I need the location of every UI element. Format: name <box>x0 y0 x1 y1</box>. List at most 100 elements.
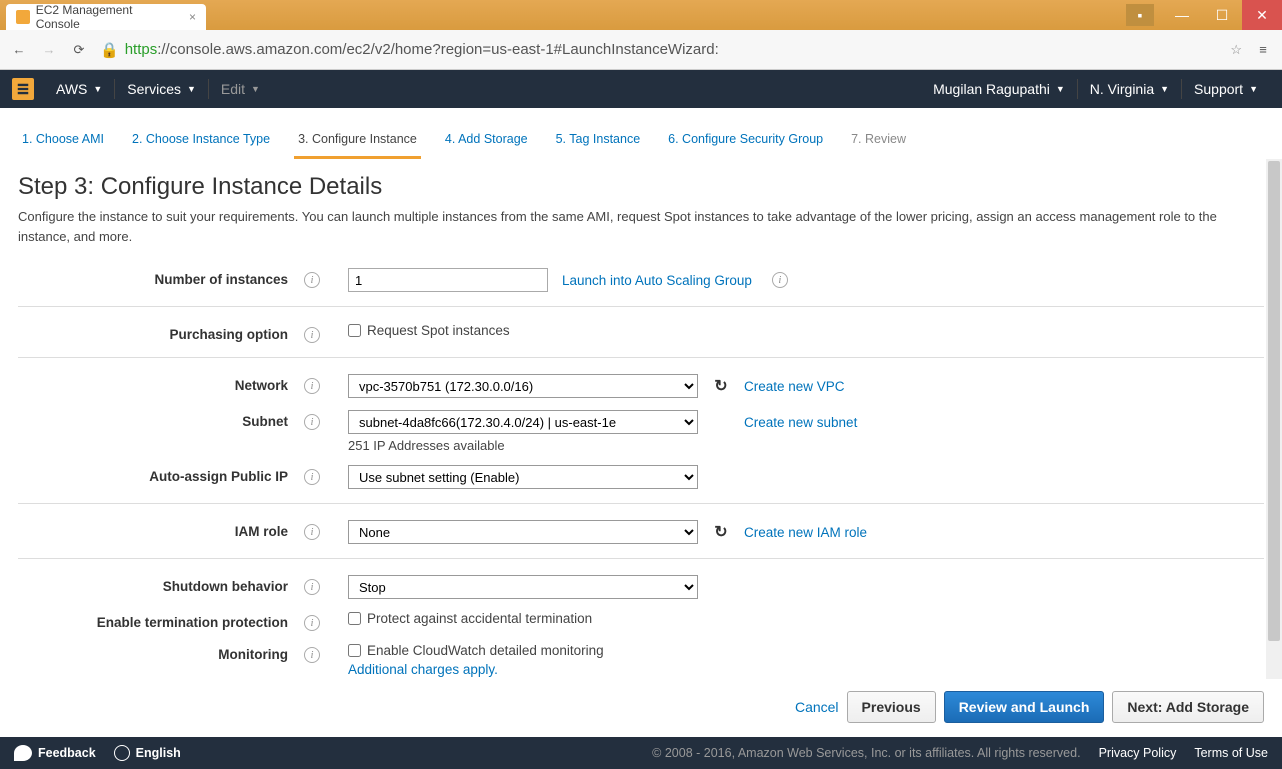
page-description: Configure the instance to suit your requ… <box>18 207 1264 246</box>
services-label: Services <box>127 81 181 97</box>
tab-review[interactable]: 7. Review <box>847 124 910 159</box>
termination-checkbox[interactable] <box>348 612 361 625</box>
edit-menu[interactable]: Edit ▼ <box>209 70 272 108</box>
maximize-button[interactable]: ☐ <box>1202 0 1242 30</box>
auto-ip-label: Auto-assign Public IP <box>18 465 298 484</box>
tab-add-storage[interactable]: 4. Add Storage <box>441 124 532 159</box>
minimize-button[interactable]: — <box>1162 0 1202 30</box>
previous-button[interactable]: Previous <box>847 691 936 723</box>
cancel-button[interactable]: Cancel <box>795 699 839 715</box>
url-input[interactable]: 🔒 https://console.aws.amazon.com/ec2/v2/… <box>100 41 1212 59</box>
tab-instance-type[interactable]: 2. Choose Instance Type <box>128 124 274 159</box>
scrollbar[interactable] <box>1266 159 1282 679</box>
chevron-down-icon: ▼ <box>93 84 102 94</box>
close-icon[interactable]: × <box>189 10 196 24</box>
iam-select[interactable]: None <box>348 520 698 544</box>
tab-security-group[interactable]: 6. Configure Security Group <box>664 124 827 159</box>
monitoring-label: Monitoring <box>18 643 298 662</box>
region-menu[interactable]: N. Virginia▼ <box>1078 70 1181 108</box>
info-icon[interactable]: i <box>304 469 320 485</box>
bookmark-icon[interactable]: ☆ <box>1230 42 1242 58</box>
page-title: Step 3: Configure Instance Details <box>18 173 1264 201</box>
monitoring-checkbox[interactable] <box>348 644 361 657</box>
info-icon[interactable]: i <box>304 414 320 430</box>
lock-icon: 🔒 <box>100 41 119 59</box>
language-link[interactable]: English <box>114 745 181 761</box>
iam-label: IAM role <box>18 520 298 539</box>
chevron-down-icon: ▼ <box>1249 84 1258 94</box>
tab-choose-ami[interactable]: 1. Choose AMI <box>18 124 108 159</box>
close-window-button[interactable]: ✕ <box>1242 0 1282 30</box>
num-instances-input[interactable] <box>348 268 548 292</box>
shutdown-select[interactable]: Stop <box>348 575 698 599</box>
info-icon[interactable]: i <box>304 615 320 631</box>
browser-tab[interactable]: EC2 Management Console × <box>6 4 206 30</box>
aws-header: AWS▼ Services▼ Edit▼ Mugilan Ragupathi▼ … <box>0 70 1282 108</box>
wizard-tabs: 1. Choose AMI 2. Choose Instance Type 3.… <box>0 108 1282 159</box>
network-label: Network <box>18 374 298 393</box>
window-controls: ▪ — ☐ ✕ <box>1126 0 1282 30</box>
refresh-icon[interactable]: ↻ <box>712 523 730 541</box>
aws-footer: Feedback English © 2008 - 2016, Amazon W… <box>0 737 1282 769</box>
info-icon[interactable]: i <box>304 579 320 595</box>
termination-label: Enable termination protection <box>18 611 298 630</box>
user-menu[interactable]: Mugilan Ragupathi▼ <box>921 70 1077 108</box>
create-iam-link[interactable]: Create new IAM role <box>744 525 867 540</box>
user-label: Mugilan Ragupathi <box>933 81 1050 97</box>
support-label: Support <box>1194 81 1243 97</box>
url-https: https <box>125 41 158 58</box>
create-subnet-link[interactable]: Create new subnet <box>744 415 857 430</box>
chevron-down-icon: ▼ <box>251 84 260 94</box>
aws-favicon-icon <box>16 10 30 24</box>
info-icon[interactable]: i <box>772 272 788 288</box>
copyright: © 2008 - 2016, Amazon Web Services, Inc.… <box>652 746 1080 760</box>
subnet-select[interactable]: subnet-4da8fc66(172.30.4.0/24) | us-east… <box>348 410 698 434</box>
info-icon[interactable]: i <box>304 272 320 288</box>
scrollbar-thumb[interactable] <box>1268 161 1280 641</box>
info-icon[interactable]: i <box>304 378 320 394</box>
monitoring-help-link[interactable]: Additional charges apply. <box>348 662 604 677</box>
feedback-link[interactable]: Feedback <box>14 745 96 761</box>
chevron-down-icon: ▼ <box>1160 84 1169 94</box>
review-launch-button[interactable]: Review and Launch <box>944 691 1105 723</box>
tab-tag-instance[interactable]: 5. Tag Instance <box>552 124 645 159</box>
chevron-down-icon: ▼ <box>187 84 196 94</box>
auto-ip-select[interactable]: Use subnet setting (Enable) <box>348 465 698 489</box>
network-select[interactable]: vpc-3570b751 (172.30.0.0/16) <box>348 374 698 398</box>
next-button[interactable]: Next: Add Storage <box>1112 691 1264 723</box>
info-icon[interactable]: i <box>304 327 320 343</box>
privacy-link[interactable]: Privacy Policy <box>1099 746 1177 760</box>
tab-title: EC2 Management Console <box>36 3 177 31</box>
termination-checkbox-wrap[interactable]: Protect against accidental termination <box>348 611 592 626</box>
address-bar: ← → ⟳ 🔒 https://console.aws.amazon.com/e… <box>0 30 1282 70</box>
refresh-icon[interactable]: ↻ <box>712 377 730 395</box>
aws-menu[interactable]: AWS ▼ <box>44 70 114 108</box>
info-icon[interactable]: i <box>304 524 320 540</box>
tab-configure-instance[interactable]: 3. Configure Instance <box>294 124 421 159</box>
spot-checkbox[interactable] <box>348 324 361 337</box>
shutdown-label: Shutdown behavior <box>18 575 298 594</box>
back-button[interactable]: ← <box>10 41 28 59</box>
create-vpc-link[interactable]: Create new VPC <box>744 379 845 394</box>
monitoring-checkbox-label: Enable CloudWatch detailed monitoring <box>367 643 604 658</box>
auto-scaling-link[interactable]: Launch into Auto Scaling Group <box>562 273 752 288</box>
num-instances-label: Number of instances <box>18 268 298 287</box>
edit-label: Edit <box>221 81 245 97</box>
spot-checkbox-label: Request Spot instances <box>367 323 510 338</box>
monitoring-checkbox-wrap[interactable]: Enable CloudWatch detailed monitoring <box>348 643 604 658</box>
support-menu[interactable]: Support ▼ <box>1182 70 1270 108</box>
footer-actions: Cancel Previous Review and Launch Next: … <box>0 679 1282 737</box>
spot-checkbox-wrap[interactable]: Request Spot instances <box>348 323 510 338</box>
menu-icon[interactable]: ≡ <box>1254 41 1272 59</box>
services-menu[interactable]: Services ▼ <box>115 70 208 108</box>
globe-icon <box>114 745 130 761</box>
info-icon[interactable]: i <box>304 647 320 663</box>
reload-button[interactable]: ⟳ <box>70 41 88 59</box>
user-icon[interactable]: ▪ <box>1126 4 1154 26</box>
feedback-icon <box>14 745 32 761</box>
aws-label: AWS <box>56 81 87 97</box>
content-area: Step 3: Configure Instance Details Confi… <box>0 159 1282 679</box>
aws-logo-icon[interactable] <box>12 78 34 100</box>
terms-link[interactable]: Terms of Use <box>1194 746 1268 760</box>
forward-button[interactable]: → <box>40 41 58 59</box>
